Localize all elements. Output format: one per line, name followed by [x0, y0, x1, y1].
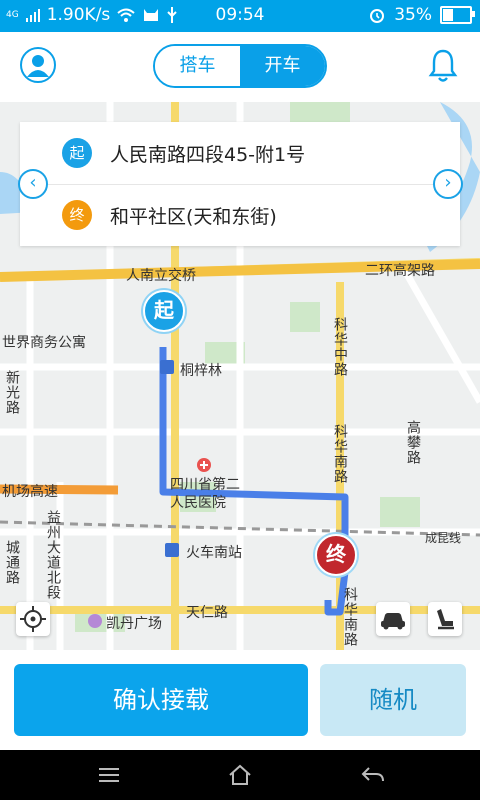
- map-label-kehua-north: 科华中路: [332, 317, 348, 377]
- locate-button[interactable]: [16, 602, 50, 636]
- crosshair-icon: [20, 606, 46, 632]
- map-label-kehua-end: 科华南路: [342, 587, 358, 647]
- end-pin-label: 终: [315, 534, 357, 576]
- map-label-chengkun: 成昆线: [425, 531, 462, 545]
- map-label-hospital-2: 人民医院: [170, 495, 226, 511]
- back-icon[interactable]: [360, 762, 386, 788]
- end-badge: 终: [62, 200, 92, 230]
- bell-icon[interactable]: [428, 48, 458, 84]
- seat-button[interactable]: [428, 602, 462, 636]
- start-badge: 起: [62, 138, 92, 168]
- car-button[interactable]: [376, 602, 410, 636]
- mode-switch: 搭车 开车: [153, 44, 327, 88]
- end-address-row[interactable]: 终 和平社区(天和东街): [20, 184, 460, 246]
- end-address: 和平社区(天和东街): [110, 206, 277, 228]
- map-label-chengtong: 城通路: [4, 540, 20, 585]
- map-label-airport: 机场高速: [2, 484, 58, 500]
- start-address: 人民南路四段45-附1号: [110, 144, 306, 166]
- route-card: 起 人民南路四段45-附1号 终 和平社区(天和东街): [20, 122, 460, 246]
- map-label-kehua-south: 科华南路: [332, 424, 348, 484]
- prev-button[interactable]: ‹: [18, 169, 48, 199]
- map-label-bridge: 人南立交桥: [126, 268, 196, 284]
- alarm-icon: [370, 9, 385, 23]
- random-button[interactable]: 随机: [320, 664, 466, 736]
- start-pin-label: 起: [143, 290, 185, 332]
- status-bar: 4G 1.90K/s 09:54 35%: [0, 0, 480, 32]
- map-label-xinguang: 新光路: [4, 370, 20, 415]
- map-label-yidao: 益州大道北段: [45, 510, 61, 600]
- end-pin[interactable]: 终: [315, 534, 357, 592]
- battery-percent: 35%: [394, 5, 432, 25]
- tab-ride[interactable]: 搭车: [155, 46, 240, 86]
- map-label-business: 世界商务公寓: [2, 335, 86, 351]
- system-nav-bar: [0, 750, 480, 800]
- seat-icon: [437, 609, 454, 630]
- tab-drive[interactable]: 开车: [240, 46, 325, 86]
- profile-button[interactable]: [20, 47, 56, 83]
- map-label-gaopan: 高攀路: [405, 420, 421, 465]
- map-label-ring-road: 二环高架路: [365, 263, 435, 279]
- map-label-hospital-1: 四川省第二: [170, 477, 240, 493]
- top-bar: 搭车 开车: [0, 32, 480, 102]
- car-icon: [381, 613, 405, 630]
- start-pin[interactable]: 起: [143, 290, 185, 348]
- action-bar: 确认接载 随机: [0, 650, 480, 750]
- next-button[interactable]: ›: [433, 169, 463, 199]
- home-icon[interactable]: [227, 762, 253, 788]
- chevron-right-icon: ›: [444, 172, 452, 193]
- map-label-tzl: 桐梓林: [180, 363, 222, 379]
- menu-icon[interactable]: [96, 762, 122, 788]
- confirm-pickup-button[interactable]: 确认接载: [14, 664, 308, 736]
- map-label-tianren: 天仁路: [186, 605, 228, 621]
- map-label-station: 火车南站: [186, 545, 242, 561]
- chevron-left-icon: ‹: [29, 172, 37, 193]
- map-label-kaidan: 凯丹广场: [106, 616, 162, 632]
- battery-icon: [440, 6, 475, 24]
- user-icon: [27, 55, 49, 77]
- start-address-row[interactable]: 起 人民南路四段45-附1号: [20, 122, 460, 185]
